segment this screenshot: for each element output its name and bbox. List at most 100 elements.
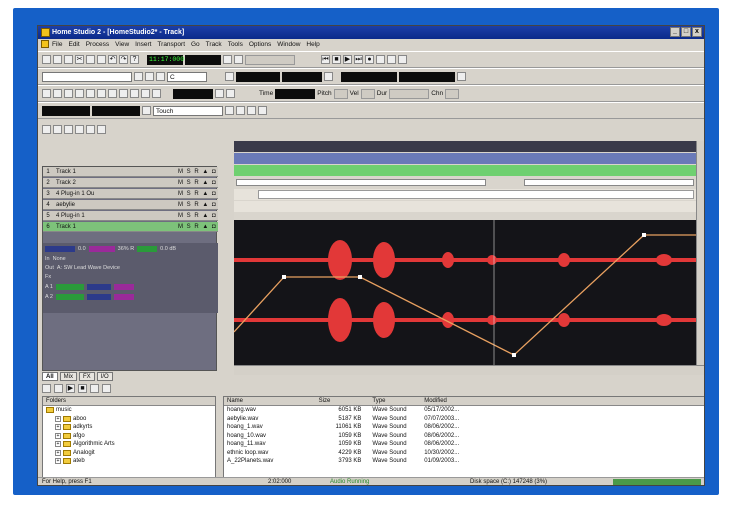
copy-icon[interactable] [86, 55, 95, 64]
selection-icon[interactable] [142, 106, 151, 115]
draw-icon[interactable] [53, 89, 62, 98]
folder-name[interactable]: afgo [73, 432, 85, 441]
file-name[interactable]: ethnic loop.wav [224, 449, 316, 458]
track-name[interactable]: aebylie [53, 202, 178, 208]
tab-fx[interactable]: FX [79, 372, 95, 381]
folder-item[interactable]: + aboo [43, 415, 215, 424]
loop-start-display[interactable] [341, 71, 397, 82]
audio-clip[interactable] [524, 179, 694, 186]
search-icon[interactable] [86, 125, 95, 134]
marker-icon[interactable] [234, 55, 243, 64]
folder-name[interactable]: adkyrts [73, 423, 92, 432]
expand-icon[interactable]: + [55, 415, 61, 422]
folder-name[interactable]: music [56, 406, 72, 415]
folder-item[interactable]: + Algorithmic Arts [43, 440, 215, 449]
minimize-button[interactable]: _ [670, 27, 680, 37]
meter-display[interactable] [282, 71, 322, 82]
pan-value[interactable]: 36% R [118, 246, 135, 252]
file-row[interactable]: aebylie.wav 5187 KB Wave Sound 07/07/200… [224, 415, 704, 424]
track-menu-icon[interactable] [42, 125, 51, 134]
menu-tools[interactable]: Tools [228, 41, 243, 48]
grid-icon[interactable] [108, 89, 117, 98]
track-combo[interactable] [42, 71, 132, 82]
audio-clip[interactable] [236, 179, 486, 186]
column-name[interactable]: Name [224, 397, 316, 405]
tab-mix[interactable]: Mix [59, 372, 78, 381]
send1-post[interactable] [113, 284, 134, 290]
menu-insert[interactable]: Insert [135, 41, 151, 48]
record-icon[interactable]: ● [365, 55, 374, 64]
file-row[interactable]: hoang_11.wav 1059 KB Wave Sound 08/06/20… [224, 440, 704, 449]
track-buttons[interactable]: M S R ▲ ◘ [178, 202, 218, 208]
selection-start-display[interactable] [42, 105, 90, 116]
vol-value[interactable]: 0.0 [78, 246, 86, 252]
zoom-icon[interactable] [75, 89, 84, 98]
folder-item[interactable]: + ateb [43, 457, 215, 466]
staff-icon[interactable] [119, 89, 128, 98]
output-value[interactable]: A: SW Lead Wave Device [57, 265, 120, 271]
tab-all[interactable]: All [42, 372, 58, 381]
envelope-node[interactable] [282, 275, 286, 279]
track-row-5[interactable]: 5 4 Plug-in 1 M S R ▲ ◘ [43, 211, 218, 221]
folder-item[interactable]: + Analogit [43, 449, 215, 458]
volume-envelope[interactable] [233, 234, 696, 356]
waveform-view[interactable] [233, 220, 696, 365]
file-name[interactable]: hoang.wav [224, 406, 316, 415]
key-combo[interactable]: C [167, 71, 207, 82]
envelope-node[interactable] [512, 353, 516, 357]
menu-view[interactable]: View [115, 41, 129, 48]
file-row[interactable]: hoang_10.wav 1059 KB Wave Sound 08/06/20… [224, 432, 704, 441]
tempo-display[interactable] [236, 71, 280, 82]
track-row-6[interactable]: 6 Track 1 M S R ▲ ◘ [43, 222, 218, 232]
track-row-2[interactable]: 2 Track 2 M S R ▲ ◘ [43, 178, 218, 188]
zoom-in-icon[interactable] [64, 125, 73, 134]
up-folder-icon[interactable] [42, 384, 51, 393]
undo-icon[interactable]: ↶ [108, 55, 117, 64]
tab-io[interactable]: I/O [96, 372, 113, 381]
menu-window[interactable]: Window [277, 41, 300, 48]
expand-icon[interactable]: + [55, 449, 61, 456]
rewind-icon[interactable]: ⏮ [321, 55, 330, 64]
menu-edit[interactable]: Edit [68, 41, 79, 48]
maximize-button[interactable]: □ [681, 27, 691, 37]
menu-process[interactable]: Process [86, 41, 109, 48]
track-buttons[interactable]: M S R ▲ ◘ [178, 191, 218, 197]
file-row[interactable]: hoang.wav 6051 KB Wave Sound 05/17/2002.… [224, 406, 704, 415]
chn-field[interactable] [445, 88, 460, 99]
column-type[interactable]: Type [369, 397, 421, 405]
track-name[interactable]: 4 Plug-in 1 [53, 213, 178, 219]
expand-icon[interactable]: + [55, 458, 61, 465]
paste-icon[interactable] [97, 55, 106, 64]
piano-roll-icon[interactable] [130, 89, 139, 98]
track-buttons[interactable]: M S R ▲ ◘ [178, 224, 218, 230]
loop-icon[interactable] [376, 55, 385, 64]
options-icon[interactable] [398, 55, 407, 64]
tempo-tap-icon[interactable] [225, 72, 234, 81]
preview-stop-icon[interactable]: ■ [78, 384, 87, 393]
loop-construction-icon[interactable] [152, 89, 161, 98]
refresh-icon[interactable] [54, 384, 63, 393]
now-time-display[interactable]: 11:17:000 [147, 54, 184, 65]
stop-icon[interactable]: ■ [332, 55, 341, 64]
preview-loop-icon[interactable] [90, 384, 99, 393]
view-options-icon[interactable] [102, 384, 111, 393]
loop-end-display[interactable] [399, 71, 455, 82]
help-icon[interactable]: ? [130, 55, 139, 64]
file-name[interactable]: hoang_11.wav [224, 440, 316, 449]
file-row[interactable]: A_22Planets.wav 3793 KB Wave Sound 01/09… [224, 457, 704, 466]
menu-options[interactable]: Options [249, 41, 271, 48]
folder-name[interactable]: ateb [73, 457, 85, 466]
clip-track-4[interactable] [234, 189, 696, 200]
folder-name[interactable]: Algorithmic Arts [73, 440, 115, 449]
expand-icon[interactable]: + [55, 424, 61, 431]
erase-icon[interactable] [64, 89, 73, 98]
expand-icon[interactable]: + [55, 441, 61, 448]
file-name[interactable]: hoang_1.wav [224, 423, 316, 432]
folder-item[interactable]: music [43, 406, 215, 415]
snapshot-icon[interactable] [247, 106, 256, 115]
dur-field[interactable] [389, 88, 430, 99]
clip-track-2[interactable] [234, 165, 696, 176]
track-row-3[interactable]: 3 4 Plug-in 1 Ou M S R ▲ ◘ [43, 189, 218, 199]
vol-slider[interactable] [45, 246, 75, 252]
file-row[interactable]: ethnic loop.wav 4229 KB Wave Sound 10/30… [224, 449, 704, 458]
